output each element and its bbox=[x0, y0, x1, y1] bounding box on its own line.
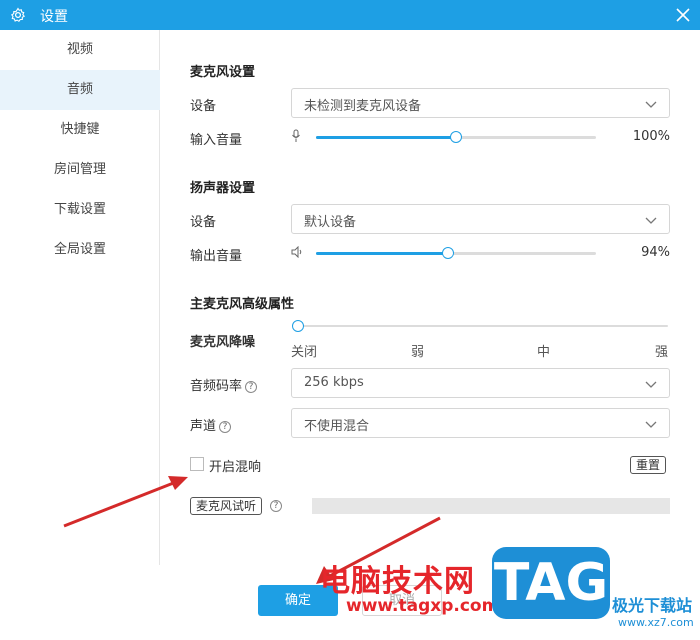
mic-volume-label: 输入音量 bbox=[190, 133, 243, 148]
watermark-site-name: 电脑技术网 bbox=[320, 564, 475, 599]
speaker-icon bbox=[291, 246, 302, 258]
noise-reduction-thumb[interactable] bbox=[292, 320, 304, 332]
sidebar-item-audio[interactable]: 音频 bbox=[0, 70, 160, 110]
microphone-icon bbox=[292, 129, 300, 142]
reverb-label: 开启混响 bbox=[209, 460, 262, 475]
reset-button[interactable]: 重置 bbox=[630, 456, 667, 474]
mic-volume-fill bbox=[316, 136, 456, 139]
channel-select[interactable]: 不使用混合 bbox=[291, 408, 670, 438]
speaker-device-label: 设备 bbox=[190, 215, 217, 230]
help-icon[interactable]: ? bbox=[219, 420, 232, 433]
noise-reduction-slider[interactable] bbox=[292, 320, 668, 332]
window-title: 设置 bbox=[40, 9, 68, 25]
speaker-volume-fill bbox=[316, 252, 448, 255]
speaker-device-value: 默认设备 bbox=[304, 215, 357, 230]
chevron-down-icon bbox=[645, 381, 657, 388]
mic-volume-percent: 100% bbox=[632, 129, 670, 144]
bitrate-select[interactable]: 256 kbps bbox=[291, 368, 670, 398]
watermark-url: www.tagxp.com bbox=[346, 596, 500, 616]
title-bar: 设置 bbox=[0, 0, 700, 30]
mic-device-select[interactable]: 未检测到麦克风设备 bbox=[291, 88, 670, 118]
noise-reduction-label: 麦克风降噪 bbox=[190, 335, 256, 350]
mic-test-button[interactable]: 麦克风试听 bbox=[190, 497, 263, 515]
sidebar: 视频 音频 快捷键 房间管理 下载设置 全局设置 bbox=[0, 30, 160, 565]
gear-icon bbox=[11, 7, 26, 23]
watermark-side-name: 极光下载站 bbox=[612, 596, 693, 615]
chevron-down-icon bbox=[645, 421, 657, 428]
chevron-down-icon bbox=[645, 101, 657, 108]
sidebar-item-room-management[interactable]: 房间管理 bbox=[0, 150, 160, 190]
speaker-volume-thumb[interactable] bbox=[441, 247, 454, 259]
channel-value: 不使用混合 bbox=[304, 419, 370, 434]
speaker-device-select[interactable]: 默认设备 bbox=[291, 204, 670, 234]
advanced-section-title: 主麦克风高级属性 bbox=[190, 297, 295, 312]
help-icon[interactable]: ? bbox=[270, 500, 282, 512]
speaker-volume-label: 输出音量 bbox=[190, 249, 243, 264]
noise-level-medium: 中 bbox=[537, 345, 551, 360]
bitrate-label-group: 音频码率? bbox=[190, 375, 258, 394]
mic-device-label: 设备 bbox=[190, 99, 217, 114]
sidebar-item-shortcuts[interactable]: 快捷键 bbox=[0, 110, 160, 150]
speaker-volume-percent: 94% bbox=[641, 245, 670, 260]
noise-level-strong: 强 bbox=[655, 345, 669, 360]
watermark-tag-logo: TAG bbox=[492, 547, 610, 619]
mic-section-title: 麦克风设置 bbox=[190, 65, 256, 80]
noise-level-weak: 弱 bbox=[411, 345, 425, 360]
reverb-checkbox[interactable] bbox=[190, 457, 204, 471]
close-icon[interactable] bbox=[674, 6, 692, 24]
mic-volume-slider[interactable] bbox=[316, 131, 596, 143]
watermark-side-url: www.xz7.com bbox=[618, 616, 694, 629]
channel-label: 声道 bbox=[190, 419, 217, 434]
bitrate-value: 256 kbps bbox=[304, 375, 364, 390]
mic-volume-thumb[interactable] bbox=[450, 131, 462, 143]
noise-level-off: 关闭 bbox=[291, 345, 318, 360]
channel-label-group: 声道? bbox=[190, 415, 232, 434]
bitrate-label: 音频码率 bbox=[190, 379, 243, 394]
speaker-section-title: 扬声器设置 bbox=[190, 181, 256, 196]
mic-device-value: 未检测到麦克风设备 bbox=[304, 99, 422, 114]
sidebar-item-download-settings[interactable]: 下载设置 bbox=[0, 190, 160, 230]
sidebar-item-global-settings[interactable]: 全局设置 bbox=[0, 230, 160, 270]
help-icon[interactable]: ? bbox=[245, 380, 258, 393]
sidebar-item-video[interactable]: 视频 bbox=[0, 30, 160, 70]
chevron-down-icon bbox=[645, 217, 657, 224]
speaker-volume-slider[interactable] bbox=[316, 247, 596, 259]
mic-test-level-bar bbox=[312, 498, 670, 514]
